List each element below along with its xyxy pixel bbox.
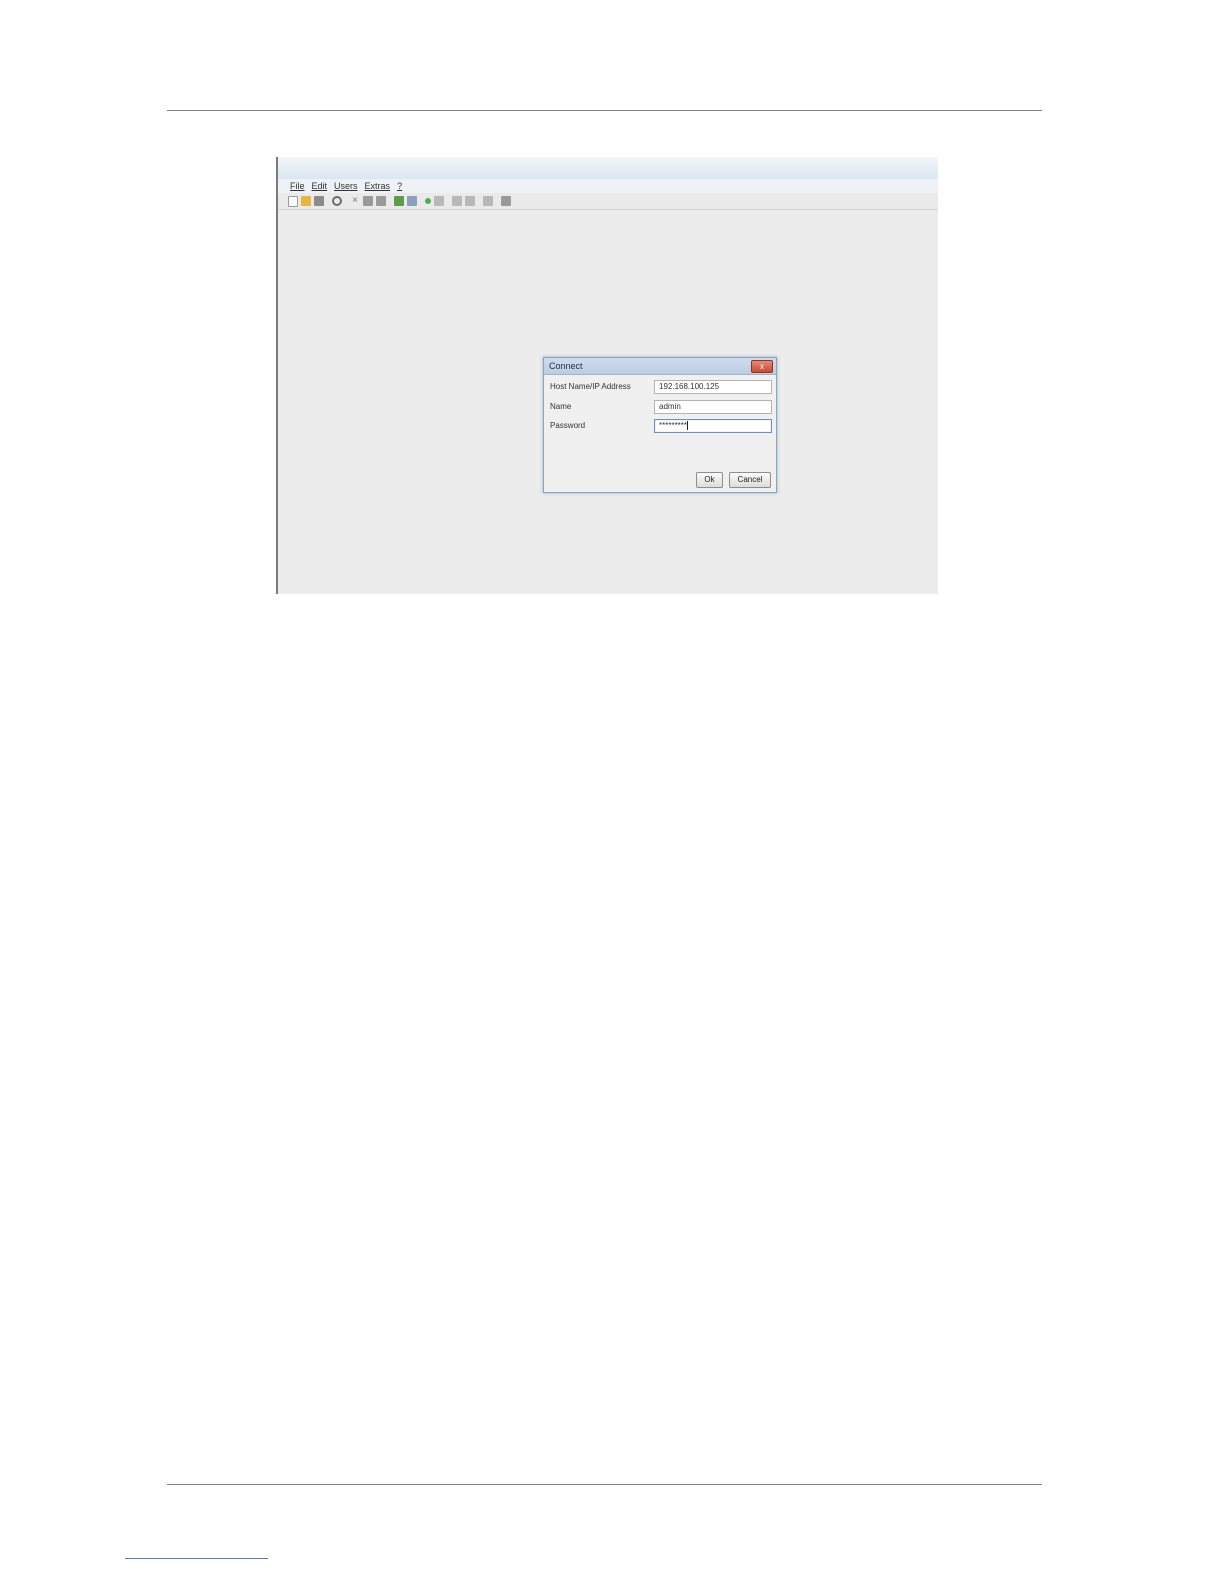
page-header-rule xyxy=(167,110,1042,111)
name-label: Name xyxy=(550,402,572,411)
connect-dialog: Connect x Host Name/IP Address 192.168.1… xyxy=(543,357,777,493)
add-icon[interactable] xyxy=(425,198,431,204)
password-value: ********* xyxy=(659,421,688,430)
host-input[interactable]: 192.168.100.125 xyxy=(654,380,772,394)
document-icon[interactable] xyxy=(465,196,475,206)
document-icon[interactable] xyxy=(483,196,493,206)
delete-icon[interactable]: × xyxy=(350,196,360,206)
menu-help[interactable]: ? xyxy=(397,181,402,191)
toolbar: × xyxy=(278,193,938,210)
disconnect-icon[interactable] xyxy=(407,196,417,206)
new-document-icon[interactable] xyxy=(288,195,298,207)
password-input[interactable]: ********* xyxy=(654,419,772,433)
text-caret xyxy=(687,421,689,431)
menu-file[interactable]: File xyxy=(290,181,305,191)
dialog-title: Connect xyxy=(549,361,583,371)
host-row: Host Name/IP Address 192.168.100.125 xyxy=(550,380,772,396)
name-row: Name admin xyxy=(550,400,772,416)
open-folder-icon[interactable] xyxy=(301,196,311,206)
footer-link-underline xyxy=(125,1558,268,1559)
menu-bar: File Edit Users Extras ? xyxy=(278,179,938,193)
document-icon[interactable] xyxy=(452,196,462,206)
cancel-button[interactable]: Cancel xyxy=(729,472,771,488)
menu-extras[interactable]: Extras xyxy=(365,181,391,191)
connect-icon[interactable] xyxy=(394,196,404,206)
host-label: Host Name/IP Address xyxy=(550,382,631,391)
password-row: Password ********* xyxy=(550,419,772,435)
close-button[interactable]: x xyxy=(751,360,773,373)
copy-icon[interactable] xyxy=(363,196,373,206)
name-input[interactable]: admin xyxy=(654,400,772,414)
network-icon[interactable] xyxy=(434,196,444,206)
save-icon[interactable] xyxy=(314,196,324,206)
dialog-titlebar: Connect x xyxy=(544,358,776,375)
page-footer-rule xyxy=(167,1484,1042,1485)
window-titlebar xyxy=(278,157,938,179)
app-window: File Edit Users Extras ? × Connect x Hos… xyxy=(276,157,938,594)
menu-users[interactable]: Users xyxy=(334,181,358,191)
refresh-icon[interactable] xyxy=(332,196,342,206)
ok-button[interactable]: Ok xyxy=(696,472,723,488)
menu-edit[interactable]: Edit xyxy=(312,181,328,191)
paste-icon[interactable] xyxy=(376,196,386,206)
password-label: Password xyxy=(550,421,586,430)
folder-icon[interactable] xyxy=(501,196,511,206)
